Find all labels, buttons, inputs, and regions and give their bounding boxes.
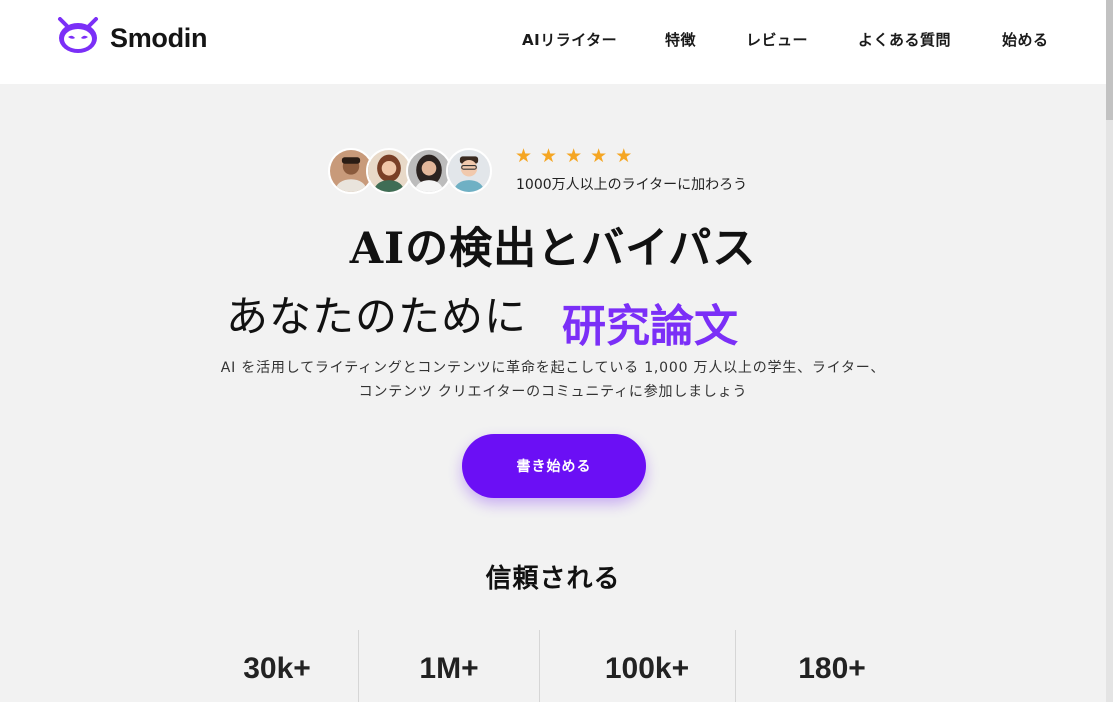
stat-value: 180+ <box>798 652 866 685</box>
star-icon: ★ <box>565 145 583 167</box>
hero-title-accent: 研究論文 <box>562 301 738 352</box>
stat-value: 1M+ <box>419 652 479 685</box>
stat-divider <box>539 630 540 702</box>
rating-stars: ★ ★ ★ ★ ★ <box>515 146 632 166</box>
star-icon: ★ <box>515 145 533 167</box>
star-icon: ★ <box>540 145 558 167</box>
hero-subtitle: AI を活用してライティングとコンテンツに革命を起こしている 1,000 万人以… <box>220 360 886 400</box>
nav-ai-rewriter[interactable]: AIリライター <box>522 29 617 50</box>
site-header: Smodin AIリライター 特徴 レビュー よくある質問 始める <box>0 0 1106 84</box>
avatar <box>446 148 492 194</box>
start-writing-button[interactable]: 書き始める <box>462 434 646 498</box>
trusted-heading: 信頼される <box>485 564 621 594</box>
main-nav: AIリライター 特徴 レビュー よくある質問 始める <box>0 29 1106 53</box>
scrollbar-thumb[interactable] <box>1106 0 1113 120</box>
nav-reviews[interactable]: レビュー <box>746 29 808 50</box>
nav-features[interactable]: 特徴 <box>665 29 696 50</box>
nav-get-started[interactable]: 始める <box>1002 29 1049 50</box>
stat-value: 100k+ <box>604 652 690 685</box>
star-icon: ★ <box>590 145 608 167</box>
hero-title: AIの検出とバイパス <box>349 224 757 274</box>
hero-title-line2: あなたのために <box>226 292 528 341</box>
nav-faq[interactable]: よくある質問 <box>858 29 951 50</box>
star-icon: ★ <box>615 145 633 167</box>
stat-divider <box>735 630 736 702</box>
page-scrollbar[interactable] <box>1106 0 1113 702</box>
user-avatars <box>328 148 498 198</box>
stat-value: 30k+ <box>243 652 311 685</box>
stat-divider <box>358 630 359 702</box>
join-writers-text: 1000万人以上のライターに加わろう <box>516 177 748 193</box>
